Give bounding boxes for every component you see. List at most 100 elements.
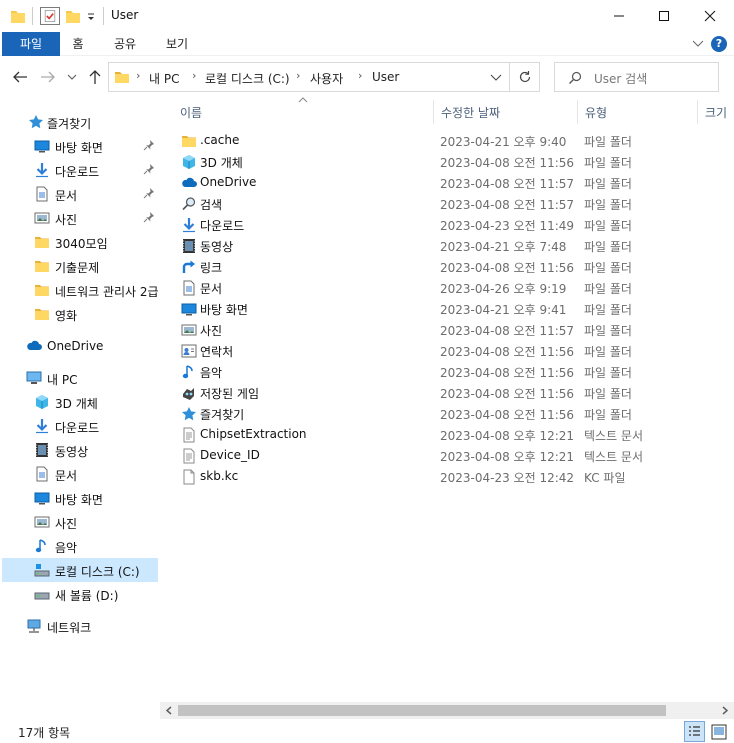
file-type: 파일 폴더 xyxy=(584,135,632,149)
recent-locations-button[interactable] xyxy=(62,67,82,87)
file-type: 파일 폴더 xyxy=(584,282,632,296)
minimize-icon xyxy=(614,15,624,17)
file-row[interactable]: 음악 2023-04-08 오전 11:56 파일 폴더 xyxy=(177,361,734,382)
chevron-down-icon[interactable] xyxy=(692,39,704,49)
close-icon xyxy=(704,10,716,22)
properties-icon[interactable] xyxy=(40,7,60,25)
link-icon xyxy=(181,259,197,275)
nav-item[interactable]: 3040모임 xyxy=(0,230,160,254)
nav-item[interactable]: 3D 개체 xyxy=(0,390,160,414)
column-header-modified[interactable]: 수정한 날짜 xyxy=(441,104,500,121)
nav-item[interactable]: 문서 xyxy=(0,462,160,486)
pictures-icon xyxy=(34,514,50,530)
column-divider[interactable] xyxy=(577,100,578,124)
desktop-icon xyxy=(181,301,197,317)
large-icons-view-button[interactable] xyxy=(709,722,729,742)
nav-item[interactable]: 내 PC xyxy=(0,366,160,390)
file-row[interactable]: 바탕 화면 2023-04-21 오후 9:41 파일 폴더 xyxy=(177,298,734,319)
column-header-name[interactable]: 이름 xyxy=(180,104,202,121)
close-button[interactable] xyxy=(687,0,733,32)
nav-item[interactable]: 기출문제 xyxy=(0,254,160,278)
tab-file[interactable]: 파일 xyxy=(2,32,60,56)
maximize-button[interactable] xyxy=(641,0,687,32)
column-divider[interactable] xyxy=(433,100,434,124)
file-row[interactable]: 링크 2023-04-08 오전 11:56 파일 폴더 xyxy=(177,256,734,277)
nav-item[interactable]: 바탕 화면 xyxy=(0,486,160,510)
file-row[interactable]: 사진 2023-04-08 오전 11:57 파일 폴더 xyxy=(177,319,734,340)
video-icon xyxy=(34,442,50,458)
scrollbar-thumb[interactable] xyxy=(178,705,666,716)
minimize-button[interactable] xyxy=(596,0,642,32)
nav-item[interactable]: 바탕 화면 xyxy=(0,134,160,158)
nav-item[interactable]: 다운로드 xyxy=(0,414,160,438)
scroll-left-icon[interactable] xyxy=(165,706,173,715)
nav-item[interactable]: 다운로드 xyxy=(0,158,160,182)
pin-icon[interactable] xyxy=(143,139,155,151)
download-icon xyxy=(34,162,50,178)
file-row[interactable]: 연락처 2023-04-08 오전 11:56 파일 폴더 xyxy=(177,340,734,361)
search-box[interactable]: User 검색 xyxy=(554,62,719,92)
column-header-size[interactable]: 크기 xyxy=(705,104,727,121)
nav-item[interactable]: 네트워크 관리사 2급 xyxy=(0,278,160,302)
file-name: ChipsetExtraction xyxy=(200,427,307,441)
tab-view[interactable]: 보기 xyxy=(160,32,194,56)
back-button[interactable] xyxy=(10,67,30,87)
file-row[interactable]: 저장된 게임 2023-04-08 오전 11:56 파일 폴더 xyxy=(177,382,734,403)
sort-ascending-icon xyxy=(298,97,308,103)
breadcrumb-local-disk[interactable]: 로컬 디스크 (C:) xyxy=(205,70,290,87)
column-header-type[interactable]: 유형 xyxy=(585,104,607,121)
address-bar[interactable]: › 내 PC › 로컬 디스크 (C:) › 사용자 › User xyxy=(108,62,510,92)
file-row[interactable]: 즐겨찾기 2023-04-08 오전 11:56 파일 폴더 xyxy=(177,403,734,424)
document-icon xyxy=(181,280,197,296)
3d-objects-icon xyxy=(34,394,50,410)
breadcrumb-separator: › xyxy=(136,69,141,82)
horizontal-scrollbar[interactable] xyxy=(160,702,734,719)
nav-item[interactable]: 문서 xyxy=(0,182,160,206)
nav-item[interactable]: 동영상 xyxy=(0,438,160,462)
file-row[interactable]: Device_ID 2023-04-08 오후 12:21 텍스트 문서 xyxy=(177,445,734,466)
file-row[interactable]: .cache 2023-04-21 오후 9:40 파일 폴더 xyxy=(177,130,734,151)
search-icon xyxy=(181,196,197,212)
nav-item-label: 네트워크 xyxy=(47,621,92,635)
nav-item[interactable]: 음악 xyxy=(0,534,160,558)
pictures-icon xyxy=(34,210,50,226)
column-divider[interactable] xyxy=(697,100,698,124)
nav-item[interactable]: 새 볼륨 (D:) xyxy=(0,582,160,606)
breadcrumb-users[interactable]: 사용자 xyxy=(310,70,343,87)
nav-item[interactable]: 사진 xyxy=(0,510,160,534)
contacts-icon xyxy=(181,343,197,359)
pin-icon[interactable] xyxy=(143,187,155,199)
help-button[interactable]: ? xyxy=(711,36,727,52)
nav-item-label: 문서 xyxy=(55,189,78,203)
customize-toolbar-icon[interactable] xyxy=(86,7,96,25)
file-row[interactable]: OneDrive 2023-04-08 오전 11:57 파일 폴더 xyxy=(177,172,734,193)
file-row[interactable]: 검색 2023-04-08 오전 11:57 파일 폴더 xyxy=(177,193,734,214)
tab-home[interactable]: 홈 xyxy=(64,32,92,56)
breadcrumb-user[interactable]: User xyxy=(372,70,399,84)
breadcrumb-this-pc[interactable]: 내 PC xyxy=(149,70,179,87)
scroll-right-icon[interactable] xyxy=(721,706,729,715)
chevron-down-icon[interactable] xyxy=(490,73,502,83)
maximize-icon xyxy=(659,11,669,21)
pin-icon[interactable] xyxy=(143,163,155,175)
details-view-button[interactable] xyxy=(684,721,705,742)
nav-item[interactable]: OneDrive xyxy=(0,334,160,358)
up-button[interactable] xyxy=(85,67,105,87)
file-row[interactable]: skb.kc 2023-04-23 오전 12:42 KC 파일 xyxy=(177,466,734,487)
pin-icon[interactable] xyxy=(143,211,155,223)
file-row[interactable]: 동영상 2023-04-21 오후 7:48 파일 폴더 xyxy=(177,235,734,256)
file-row[interactable]: 다운로드 2023-04-23 오전 11:49 파일 폴더 xyxy=(177,214,734,235)
new-folder-icon[interactable] xyxy=(65,7,81,25)
large-icons-view-icon xyxy=(711,724,727,740)
nav-item[interactable]: 로컬 디스크 (C:) xyxy=(2,558,158,582)
refresh-button[interactable] xyxy=(510,62,540,92)
nav-item[interactable]: 네트워크 xyxy=(0,614,160,638)
forward-button[interactable] xyxy=(38,67,58,87)
nav-item[interactable]: 즐겨찾기 xyxy=(0,110,160,134)
nav-item[interactable]: 사진 xyxy=(0,206,160,230)
nav-item[interactable]: 영화 xyxy=(0,302,160,326)
file-row[interactable]: 문서 2023-04-26 오후 9:19 파일 폴더 xyxy=(177,277,734,298)
file-row[interactable]: 3D 개체 2023-04-08 오전 11:56 파일 폴더 xyxy=(177,151,734,172)
tab-share[interactable]: 공유 xyxy=(108,32,142,56)
file-row[interactable]: ChipsetExtraction 2023-04-08 오후 12:21 텍스트 … xyxy=(177,424,734,445)
